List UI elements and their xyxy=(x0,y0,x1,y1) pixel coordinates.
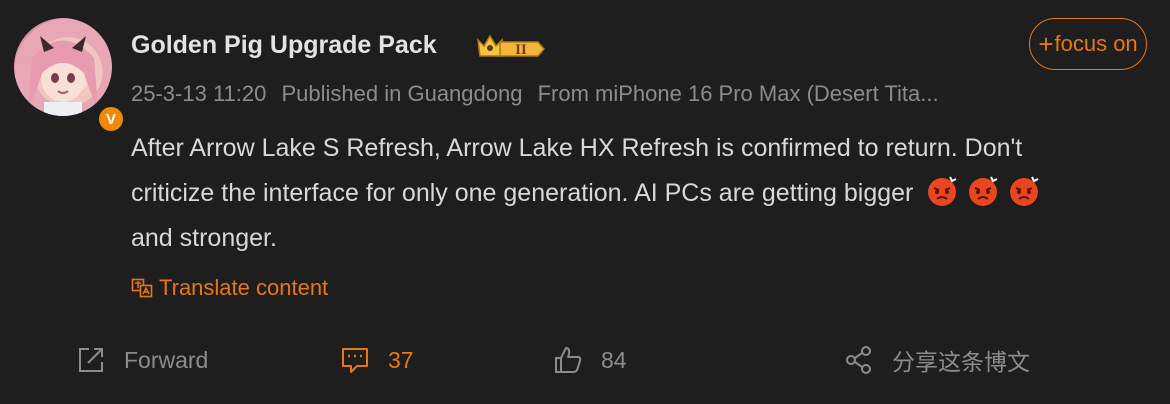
avatar-image xyxy=(14,18,112,116)
post-meta: 25-3-13 11:20 Published in Guangdong Fro… xyxy=(131,81,1001,107)
thumbs-up-icon xyxy=(555,347,582,373)
author-name[interactable]: Golden Pig Upgrade Pack xyxy=(131,31,437,60)
share-icon xyxy=(846,346,871,374)
post-text-line-2: criticize the interface for only one gen… xyxy=(131,179,914,207)
follow-button[interactable]: + focus on xyxy=(1029,18,1147,70)
translate-icon xyxy=(131,278,153,298)
crown-rank-badge-icon: II xyxy=(474,30,546,62)
forward-label: Forward xyxy=(124,346,209,373)
rank-badge-text: II xyxy=(515,42,527,58)
share-label: 分享这条博文 xyxy=(892,349,1030,375)
post-content: After Arrow Lake S Refresh, Arrow Lake H… xyxy=(131,126,1131,261)
translate-label: Translate content xyxy=(159,275,329,300)
post-text-line-3: and stronger. xyxy=(131,224,277,252)
weibo-post: V Golden Pig Upgrade Pack II 25-3-13 11:… xyxy=(0,0,1170,404)
verified-badge-icon: V xyxy=(96,104,126,134)
like-count: 84 xyxy=(601,346,627,373)
comment-count: 37 xyxy=(388,346,414,373)
post-date: 25-3-13 11:20 xyxy=(131,81,267,106)
plus-icon: + xyxy=(1038,29,1054,59)
avatar[interactable]: V xyxy=(14,18,126,134)
comment-button[interactable]: 37 xyxy=(340,338,414,382)
like-button[interactable]: 84 xyxy=(553,338,627,382)
angry-face-emoji-icon xyxy=(928,176,957,206)
forward-icon xyxy=(79,348,103,372)
angry-face-emoji-icon xyxy=(1010,176,1039,206)
post-source: From miPhone 16 Pro Max (Desert Tita... xyxy=(537,81,939,106)
post-text-line-1: After Arrow Lake S Refresh, Arrow Lake H… xyxy=(131,134,1023,162)
post-location: Published in Guangdong xyxy=(281,81,523,106)
action-bar: Forward 37 84 分享这条博文 xyxy=(0,338,1170,382)
comment-icon xyxy=(342,348,368,373)
forward-button[interactable]: Forward xyxy=(76,338,208,382)
share-button[interactable]: 分享这条博文 xyxy=(844,338,1030,382)
follow-label: focus on xyxy=(1054,31,1138,56)
translate-link[interactable]: Translate content xyxy=(131,275,328,301)
angry-face-emoji-icon xyxy=(969,176,998,206)
post-text-line-2-row: criticize the interface for only one gen… xyxy=(131,171,1131,216)
